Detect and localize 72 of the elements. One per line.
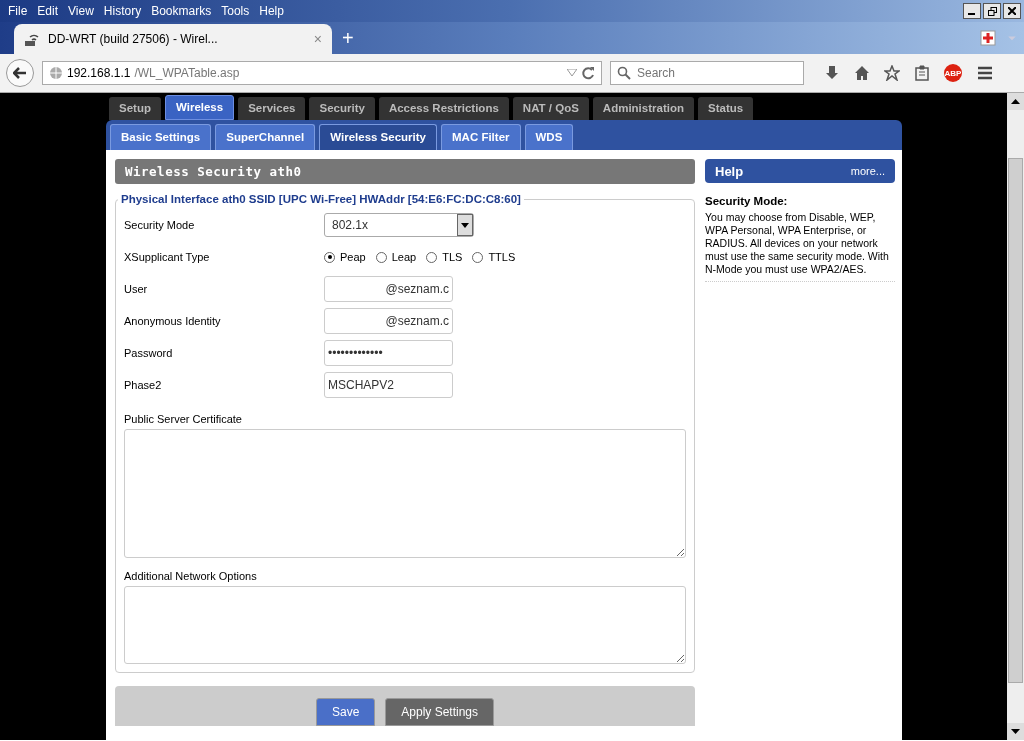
scrollbar[interactable] — [1007, 93, 1024, 740]
subnav-tab[interactable]: Basic Settings — [110, 124, 212, 150]
field-label: Public Server Certificate — [124, 413, 243, 425]
help-title: Help — [715, 163, 744, 179]
field-label: User — [124, 283, 149, 295]
nav-tab[interactable]: Administration — [592, 97, 694, 120]
dropdown-icon[interactable] — [567, 69, 577, 77]
nav-tab[interactable]: Security — [309, 97, 375, 120]
text-field[interactable]: @seznam.c — [324, 308, 453, 334]
new-tab-button[interactable]: + — [342, 26, 354, 50]
reload-icon[interactable] — [581, 66, 595, 80]
interface-legend: Physical Interface ath0 SSID [UPC Wi-Free] HWAddr [54:E6:FC:DC:C8:60] — [118, 193, 524, 205]
security-mode-dropdown[interactable]: 802.1x — [324, 213, 474, 237]
field-label: Phase2 — [124, 379, 163, 391]
menu-item[interactable]: Help — [259, 4, 284, 18]
home-icon[interactable] — [854, 65, 870, 81]
section-header: Wireless Security ath0 — [115, 159, 695, 184]
nav-tab[interactable]: NAT / QoS — [512, 97, 589, 120]
clipboard-icon[interactable] — [914, 65, 930, 81]
browser-tab[interactable]: DD-WRT (build 27506) - Wirel... × — [14, 24, 332, 54]
scroll-down-icon[interactable] — [1007, 723, 1024, 740]
star-icon[interactable] — [884, 65, 900, 81]
menu-item[interactable]: File — [8, 4, 28, 18]
subnav-tab[interactable]: Wireless Security — [319, 124, 437, 150]
menu-item[interactable]: History — [103, 4, 142, 18]
adblock-button[interactable]: ABP — [944, 64, 962, 82]
scroll-up-icon[interactable] — [1007, 93, 1024, 110]
help-text: You may choose from Disable, WEP, WPA Personal, WPA Enterprise, or RADIUS. All devices on your network must use the same security mode. With N-Mode you must use WPA2/AES. — [705, 211, 895, 282]
cross-icon[interactable] — [980, 30, 996, 46]
field-label: Password — [124, 347, 174, 359]
text-field[interactable]: MSCHAPV2 — [324, 372, 453, 398]
field-label: Anonymous Identity — [124, 315, 222, 327]
radio-label: Peap — [340, 251, 366, 263]
radio-button[interactable] — [472, 251, 484, 263]
menu-item[interactable]: View — [68, 4, 94, 18]
nav-tab[interactable]: Wireless — [164, 95, 235, 120]
menu-icon[interactable] — [976, 65, 994, 81]
subnav-tab[interactable]: MAC Filter — [441, 124, 521, 150]
radio-label: Leap — [391, 251, 417, 263]
action-button[interactable]: Apply Settings — [385, 698, 495, 726]
nav-tab[interactable]: Status — [698, 97, 754, 120]
more-link[interactable]: more... — [850, 165, 885, 177]
nav-tab[interactable]: Access Restrictions — [378, 97, 509, 120]
field-label: XSupplicant Type — [124, 251, 211, 263]
close-icon[interactable] — [1003, 3, 1021, 19]
address-bar[interactable]: 192.168.1.1 /WL_WPATable.asp — [42, 61, 602, 85]
subnav-tab[interactable]: SuperChannel — [215, 124, 316, 150]
help-heading: Security Mode: — [705, 195, 789, 207]
subnav-tab[interactable]: WDS — [524, 124, 574, 150]
globe-icon — [49, 66, 63, 80]
field-label: Additional Network Options — [124, 570, 258, 582]
text-field[interactable]: @seznam.c — [324, 276, 453, 302]
search-field[interactable]: Search — [610, 61, 804, 85]
radio-label: TLS — [442, 251, 463, 263]
field-label: Security Mode — [124, 219, 196, 231]
nav-tab[interactable]: Services — [238, 97, 306, 120]
radio-button[interactable] — [375, 251, 387, 263]
search-icon — [617, 66, 631, 80]
download-icon[interactable] — [824, 65, 840, 81]
menu-item[interactable]: Bookmarks — [151, 4, 212, 18]
radio-label: TTLS — [488, 251, 516, 263]
action-button[interactable]: Save — [315, 698, 376, 726]
password-field[interactable]: ••••••••••••• — [324, 340, 453, 366]
menu-item[interactable]: Edit — [37, 4, 59, 18]
radio-button[interactable] — [324, 251, 335, 263]
nav-tab[interactable]: Setup — [109, 97, 161, 120]
radio-button[interactable] — [426, 251, 438, 263]
back-button[interactable] — [6, 59, 34, 87]
restore-icon[interactable] — [983, 3, 1001, 19]
menu-item[interactable]: Tools — [221, 4, 250, 18]
back-arrow-icon — [13, 67, 27, 79]
minimize-icon[interactable] — [963, 3, 981, 19]
